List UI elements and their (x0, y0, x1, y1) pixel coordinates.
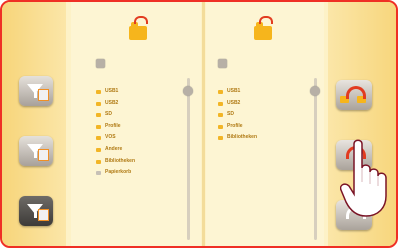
folder-icon (218, 90, 223, 94)
pointing-hand-icon (340, 139, 387, 217)
document-icon (96, 171, 101, 176)
list-item[interactable]: SD (218, 109, 257, 121)
folder-icon (96, 101, 101, 106)
list-item[interactable]: Profile (218, 121, 257, 133)
list-item-label: Papierkorb (105, 169, 132, 176)
select-all-checkbox[interactable] (96, 59, 105, 68)
list-item-label: Profile (227, 122, 243, 129)
app-window: USB1 USB2 SD Profile VOS Andere Biblioth… (0, 0, 398, 248)
list-item-label: Bibliotheken (105, 157, 136, 164)
funnel-stem (34, 212, 37, 218)
open-folder-icon[interactable] (254, 16, 273, 40)
folder-open-lid (134, 16, 148, 24)
open-folder-icon[interactable] (129, 16, 148, 40)
list-item-label: Andere (105, 145, 123, 152)
list-item[interactable]: Bibliotheken (218, 132, 257, 144)
target-scrollbar[interactable] (314, 78, 317, 240)
source-panel: USB1 USB2 SD Profile VOS Andere Biblioth… (71, 2, 201, 246)
folder-icon (96, 136, 101, 141)
list-item[interactable]: USB1 (96, 86, 135, 98)
source-scrollbar[interactable] (187, 78, 190, 240)
list-item-label: USB2 (105, 99, 119, 106)
copy-folder-button[interactable] (336, 80, 372, 110)
list-item-label: USB2 (227, 99, 241, 106)
folder-icon (96, 124, 101, 129)
folder-icon (218, 124, 223, 129)
list-item-label: Bibliotheken (227, 134, 258, 141)
transfer-arrow-icon (346, 86, 366, 99)
document-icon (38, 149, 49, 161)
target-panel: USB1 USB2 SD Profile Bibliotheken (206, 2, 324, 246)
folder-icon (218, 136, 223, 141)
folder-icon (96, 90, 101, 94)
filter-button-2[interactable] (19, 136, 53, 166)
list-item[interactable]: Andere (96, 144, 135, 156)
document-icon (38, 209, 49, 221)
funnel-stem (34, 152, 37, 158)
list-item[interactable]: USB2 (96, 98, 135, 110)
folder-icon (96, 113, 101, 118)
source-scroll-thumb[interactable] (183, 86, 193, 96)
target-file-list: USB1 USB2 SD Profile Bibliotheken (218, 86, 257, 144)
list-item-label: Profile (105, 122, 121, 129)
folder-icon (96, 147, 101, 152)
list-item-label: SD (105, 111, 112, 118)
list-item[interactable]: VOS (96, 132, 135, 144)
list-item-label: USB1 (105, 88, 119, 94)
list-item[interactable]: Profile (96, 121, 135, 133)
filter-button-1[interactable] (19, 76, 53, 106)
list-item[interactable]: USB1 (218, 86, 257, 98)
list-item[interactable]: SD (96, 109, 135, 121)
list-item[interactable]: USB2 (218, 98, 257, 110)
list-item-label: USB1 (227, 88, 241, 94)
list-item[interactable]: Bibliotheken (96, 156, 135, 168)
folder-icon (96, 159, 101, 164)
folder-icon (218, 101, 223, 106)
source-file-list: USB1 USB2 SD Profile VOS Andere Biblioth… (96, 86, 135, 179)
funnel-stem (34, 92, 37, 98)
list-item-label: SD (227, 111, 234, 118)
folder-open-lid (259, 16, 273, 24)
list-item[interactable]: Papierkorb (96, 167, 135, 179)
filter-button-3[interactable] (19, 196, 53, 226)
document-icon (38, 89, 49, 101)
target-scroll-thumb[interactable] (310, 86, 320, 96)
list-item-label: VOS (105, 134, 116, 141)
panel-divider (202, 2, 205, 246)
folder-icon (218, 113, 223, 118)
select-all-checkbox[interactable] (218, 59, 227, 68)
